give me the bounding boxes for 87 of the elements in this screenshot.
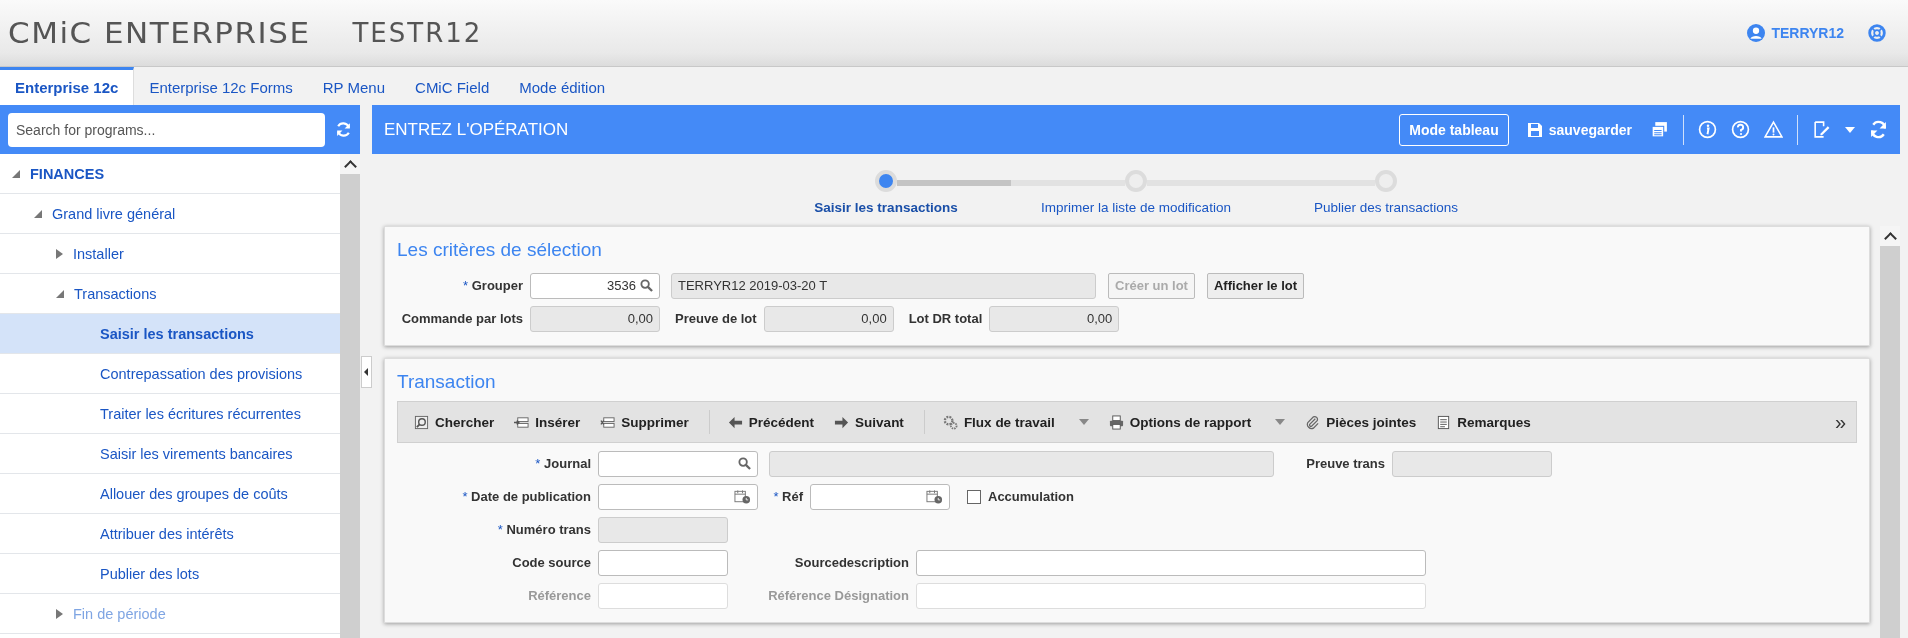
field-label: Preuve trans — [1305, 456, 1385, 471]
step-label[interactable]: Imprimer la liste de modification — [1041, 200, 1231, 215]
insert-row-icon[interactable] — [514, 414, 530, 430]
field-label: * Journal — [534, 456, 591, 471]
help-icon[interactable] — [1868, 24, 1886, 42]
source-description-field[interactable] — [916, 549, 1426, 576]
step-label[interactable]: Saisir les transactions — [814, 200, 958, 215]
total-field: 0,00 — [763, 305, 894, 332]
tree-item[interactable]: FINANCES — [0, 154, 340, 194]
windows-icon[interactable] — [1650, 120, 1669, 139]
tree-item[interactable]: Saisir les transactions — [0, 314, 340, 354]
field-label: Code source — [511, 555, 591, 570]
expander-icon[interactable] — [56, 248, 63, 259]
brand-title: CMiC ENTERPRISE — [8, 16, 311, 50]
environment-name: TESTR12 — [352, 18, 483, 48]
source-code-field[interactable] — [598, 549, 728, 576]
nav-tab[interactable]: CMiC Field — [400, 67, 505, 105]
nav-tab[interactable]: Enterprise 12c Forms — [134, 67, 308, 105]
date-field[interactable] — [810, 483, 950, 510]
refresh-icon[interactable] — [1869, 120, 1888, 139]
group-field[interactable]: 3536 — [530, 272, 660, 299]
left-arrow-icon[interactable] — [727, 414, 743, 430]
edit-icon[interactable] — [1812, 120, 1831, 139]
toolbar-button[interactable]: Suivant — [834, 414, 904, 430]
search-field[interactable]: Search for programs... — [8, 112, 325, 147]
dropdown-caret-icon[interactable] — [1275, 419, 1286, 425]
toolbar-button[interactable]: Remarques — [1436, 414, 1531, 430]
toolbar-button[interactable]: Options de rapport — [1108, 414, 1252, 430]
tree-item[interactable]: Grand livre général — [0, 194, 340, 234]
toolbar-button[interactable]: Flux de travail — [942, 414, 1055, 430]
description-field: TERRYR12 2019-03-20 T — [671, 272, 1096, 299]
field-label: Référence — [527, 588, 591, 603]
more-button[interactable]: » — [1834, 410, 1846, 434]
calendar-icon[interactable] — [926, 488, 943, 505]
refresh-icon[interactable] — [335, 121, 352, 138]
toolbar-button[interactable]: Précédent — [727, 414, 815, 430]
gears-icon[interactable] — [942, 414, 958, 430]
warning-icon[interactable] — [1764, 120, 1783, 139]
nav-tab[interactable]: Enterprise 12c — [0, 67, 135, 105]
toolbar-button[interactable]: Chercher — [414, 414, 495, 430]
field-label: * Numéro trans — [496, 522, 591, 537]
scroll-up-icon[interactable] — [340, 154, 360, 174]
search-icon[interactable] — [640, 279, 653, 292]
info-icon[interactable] — [1698, 120, 1717, 139]
right-arrow-icon[interactable] — [834, 414, 850, 430]
date-field[interactable] — [598, 483, 758, 510]
toolbar-button[interactable]: Pièces jointes — [1305, 414, 1417, 430]
calendar-icon[interactable] — [734, 488, 751, 505]
toolbar-button[interactable]: Insérer — [514, 414, 581, 430]
tree-item[interactable]: Installer — [0, 234, 340, 274]
total-field: 0,00 — [530, 305, 660, 332]
scrollbar[interactable] — [340, 154, 360, 638]
field-label: Preuve de lot — [675, 311, 757, 326]
panel-title: Les critères de sélection — [397, 238, 603, 262]
field-label: Commande par lots — [400, 311, 523, 326]
note-icon[interactable] — [1436, 414, 1452, 430]
nav-tab[interactable]: RP Menu — [307, 67, 401, 105]
paperclip-icon[interactable] — [1305, 414, 1321, 430]
toolbar-button[interactable]: Supprimer — [600, 414, 689, 430]
panel-title: Transaction — [397, 370, 497, 394]
journal-field[interactable] — [598, 450, 758, 477]
delete-row-icon[interactable] — [600, 414, 616, 430]
user-icon[interactable] — [1747, 24, 1766, 42]
expander-icon[interactable] — [12, 169, 20, 178]
search-icon[interactable] — [738, 457, 751, 470]
field-label: Lot DR total — [908, 311, 983, 326]
scrollbar[interactable] — [1880, 226, 1900, 638]
save-icon[interactable] — [1526, 121, 1543, 138]
step-label[interactable]: Publier des transactions — [1313, 200, 1459, 215]
step-dot[interactable] — [875, 170, 897, 192]
checkbox-label: Accumulation — [988, 489, 1074, 504]
field-label: Référence Désignation — [767, 588, 909, 603]
caret-icon[interactable] — [1845, 126, 1855, 133]
field-label: * Grouper — [462, 278, 523, 293]
search-icon[interactable] — [414, 414, 429, 430]
field-label: Sourcedescription — [793, 555, 909, 570]
expander-icon[interactable] — [56, 289, 64, 298]
printer-icon[interactable] — [1108, 414, 1124, 430]
lot-button[interactable]: Afficher le lot — [1206, 272, 1305, 299]
nav-tab[interactable]: Mode édition — [504, 67, 621, 105]
field-label: * Date de publication — [461, 489, 591, 504]
field-label: * Réf — [772, 489, 803, 504]
checkbox[interactable] — [967, 489, 981, 504]
page-title: ENTREZ L'OPÉRATION — [384, 119, 569, 140]
total-field: 0,00 — [989, 305, 1120, 332]
dropdown-caret-icon[interactable] — [1078, 419, 1089, 425]
expander-icon[interactable] — [34, 209, 42, 218]
